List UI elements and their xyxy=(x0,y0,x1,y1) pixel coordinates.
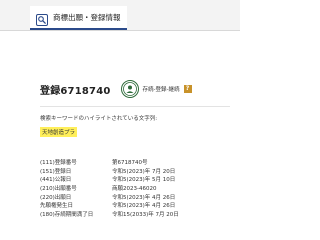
table-row: (111)登録番号 第6718740号 xyxy=(40,158,230,167)
row-key: (111)登録番号 xyxy=(40,160,77,167)
highlight-note: 検索キーワードのハイライトされている文字列: xyxy=(40,116,158,122)
tab-bar: 商標出願・登録情報 xyxy=(0,0,240,31)
row-value: 令和5(2023)年 7月 20日 xyxy=(112,168,176,175)
row-value: 商願2023-46020 xyxy=(112,186,157,193)
info-table: (111)登録番号 第6718740号 (151)登録日 令和5(2023)年 … xyxy=(40,158,230,218)
status-badge: 存続-登録-継続 xyxy=(142,87,180,93)
highlighted-keyword: 天地創造プラ xyxy=(40,127,78,137)
row-value: 令和5(2023)年 4月 26日 xyxy=(112,203,176,210)
row-value: 令和5(2023)年 4月 26日 xyxy=(112,194,176,201)
row-value: 令和5(2023)年 5月 10日 xyxy=(112,177,176,184)
row-key: (220)出願日 xyxy=(40,194,72,201)
divider xyxy=(40,106,230,107)
table-row: (180)存続期間満了日 令和15(2033)年 7月 20日 xyxy=(40,210,230,219)
search-icon xyxy=(36,11,48,26)
row-key: (151)登録日 xyxy=(40,168,72,175)
table-row: 先願権発生日 令和5(2023)年 4月 26日 xyxy=(40,201,230,210)
row-key: (180)存続期間満了日 xyxy=(40,211,94,218)
tab-trademark-info[interactable]: 商標出願・登録情報 xyxy=(30,6,127,30)
registration-seal-icon xyxy=(120,80,139,98)
registration-number: 登録6718740 xyxy=(40,85,111,97)
table-row: (441)公報日 令和5(2023)年 5月 10日 xyxy=(40,175,230,184)
tab-label: 商標出願・登録情報 xyxy=(53,12,121,22)
table-row: (210)出願番号 商願2023-46020 xyxy=(40,184,230,193)
table-row: (220)出願日 令和5(2023)年 4月 26日 xyxy=(40,192,230,201)
help-icon[interactable]: ? xyxy=(183,85,192,93)
row-key: (441)公報日 xyxy=(40,177,72,184)
row-key: 先願権発生日 xyxy=(40,203,74,210)
row-key: (210)出願番号 xyxy=(40,186,77,193)
table-row: (151)登録日 令和5(2023)年 7月 20日 xyxy=(40,167,230,176)
page: 商標出願・登録情報 登録6718740 存続-登録-継続 ? 検索キーワードのハ… xyxy=(0,0,240,240)
row-value: 第6718740号 xyxy=(112,160,148,167)
registration-header: 登録6718740 存続-登録-継続 ? xyxy=(40,78,230,100)
row-value: 令和15(2033)年 7月 20日 xyxy=(112,211,179,218)
